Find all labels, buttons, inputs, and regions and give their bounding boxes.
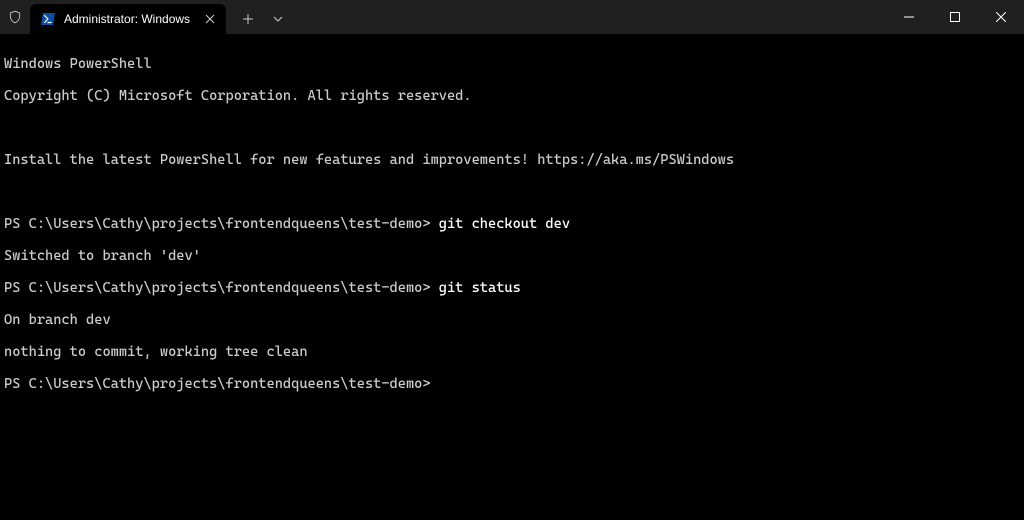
tab-dropdown-button[interactable] xyxy=(264,5,292,33)
window-controls xyxy=(886,0,1024,34)
maximize-button[interactable] xyxy=(932,0,978,34)
close-button[interactable] xyxy=(978,0,1024,34)
output-line: On branch dev xyxy=(4,312,1020,328)
active-tab[interactable]: Administrator: Windows Powe xyxy=(30,4,226,34)
output-line: Switched to branch 'dev' xyxy=(4,248,1020,264)
titlebar-drag-area[interactable] xyxy=(292,0,886,34)
banner-line: Install the latest PowerShell for new fe… xyxy=(4,152,1020,168)
banner-line: Windows PowerShell xyxy=(4,56,1020,72)
prompt: PS C:\Users\Cathy\projects\frontendqueen… xyxy=(4,216,439,232)
blank-line xyxy=(4,184,1020,200)
titlebar: Administrator: Windows Powe xyxy=(0,0,1024,34)
admin-shield-icon xyxy=(0,0,30,34)
tabbar-buttons xyxy=(226,4,292,34)
blank-line xyxy=(4,120,1020,136)
output-line: nothing to commit, working tree clean xyxy=(4,344,1020,360)
new-tab-button[interactable] xyxy=(234,5,262,33)
powershell-icon xyxy=(40,11,56,27)
command-line: PS C:\Users\Cathy\projects\frontendqueen… xyxy=(4,280,1020,296)
prompt: PS C:\Users\Cathy\projects\frontendqueen… xyxy=(4,280,439,296)
command-line: PS C:\Users\Cathy\projects\frontendqueen… xyxy=(4,216,1020,232)
prompt-line: PS C:\Users\Cathy\projects\frontendqueen… xyxy=(4,376,1020,392)
minimize-button[interactable] xyxy=(886,0,932,34)
tab-close-button[interactable] xyxy=(202,11,218,27)
terminal-output[interactable]: Windows PowerShell Copyright (C) Microso… xyxy=(0,34,1024,414)
banner-line: Copyright (C) Microsoft Corporation. All… xyxy=(4,88,1020,104)
command: git checkout dev xyxy=(439,216,570,232)
command: git status xyxy=(439,280,521,296)
tab-title: Administrator: Windows Powe xyxy=(64,12,194,26)
